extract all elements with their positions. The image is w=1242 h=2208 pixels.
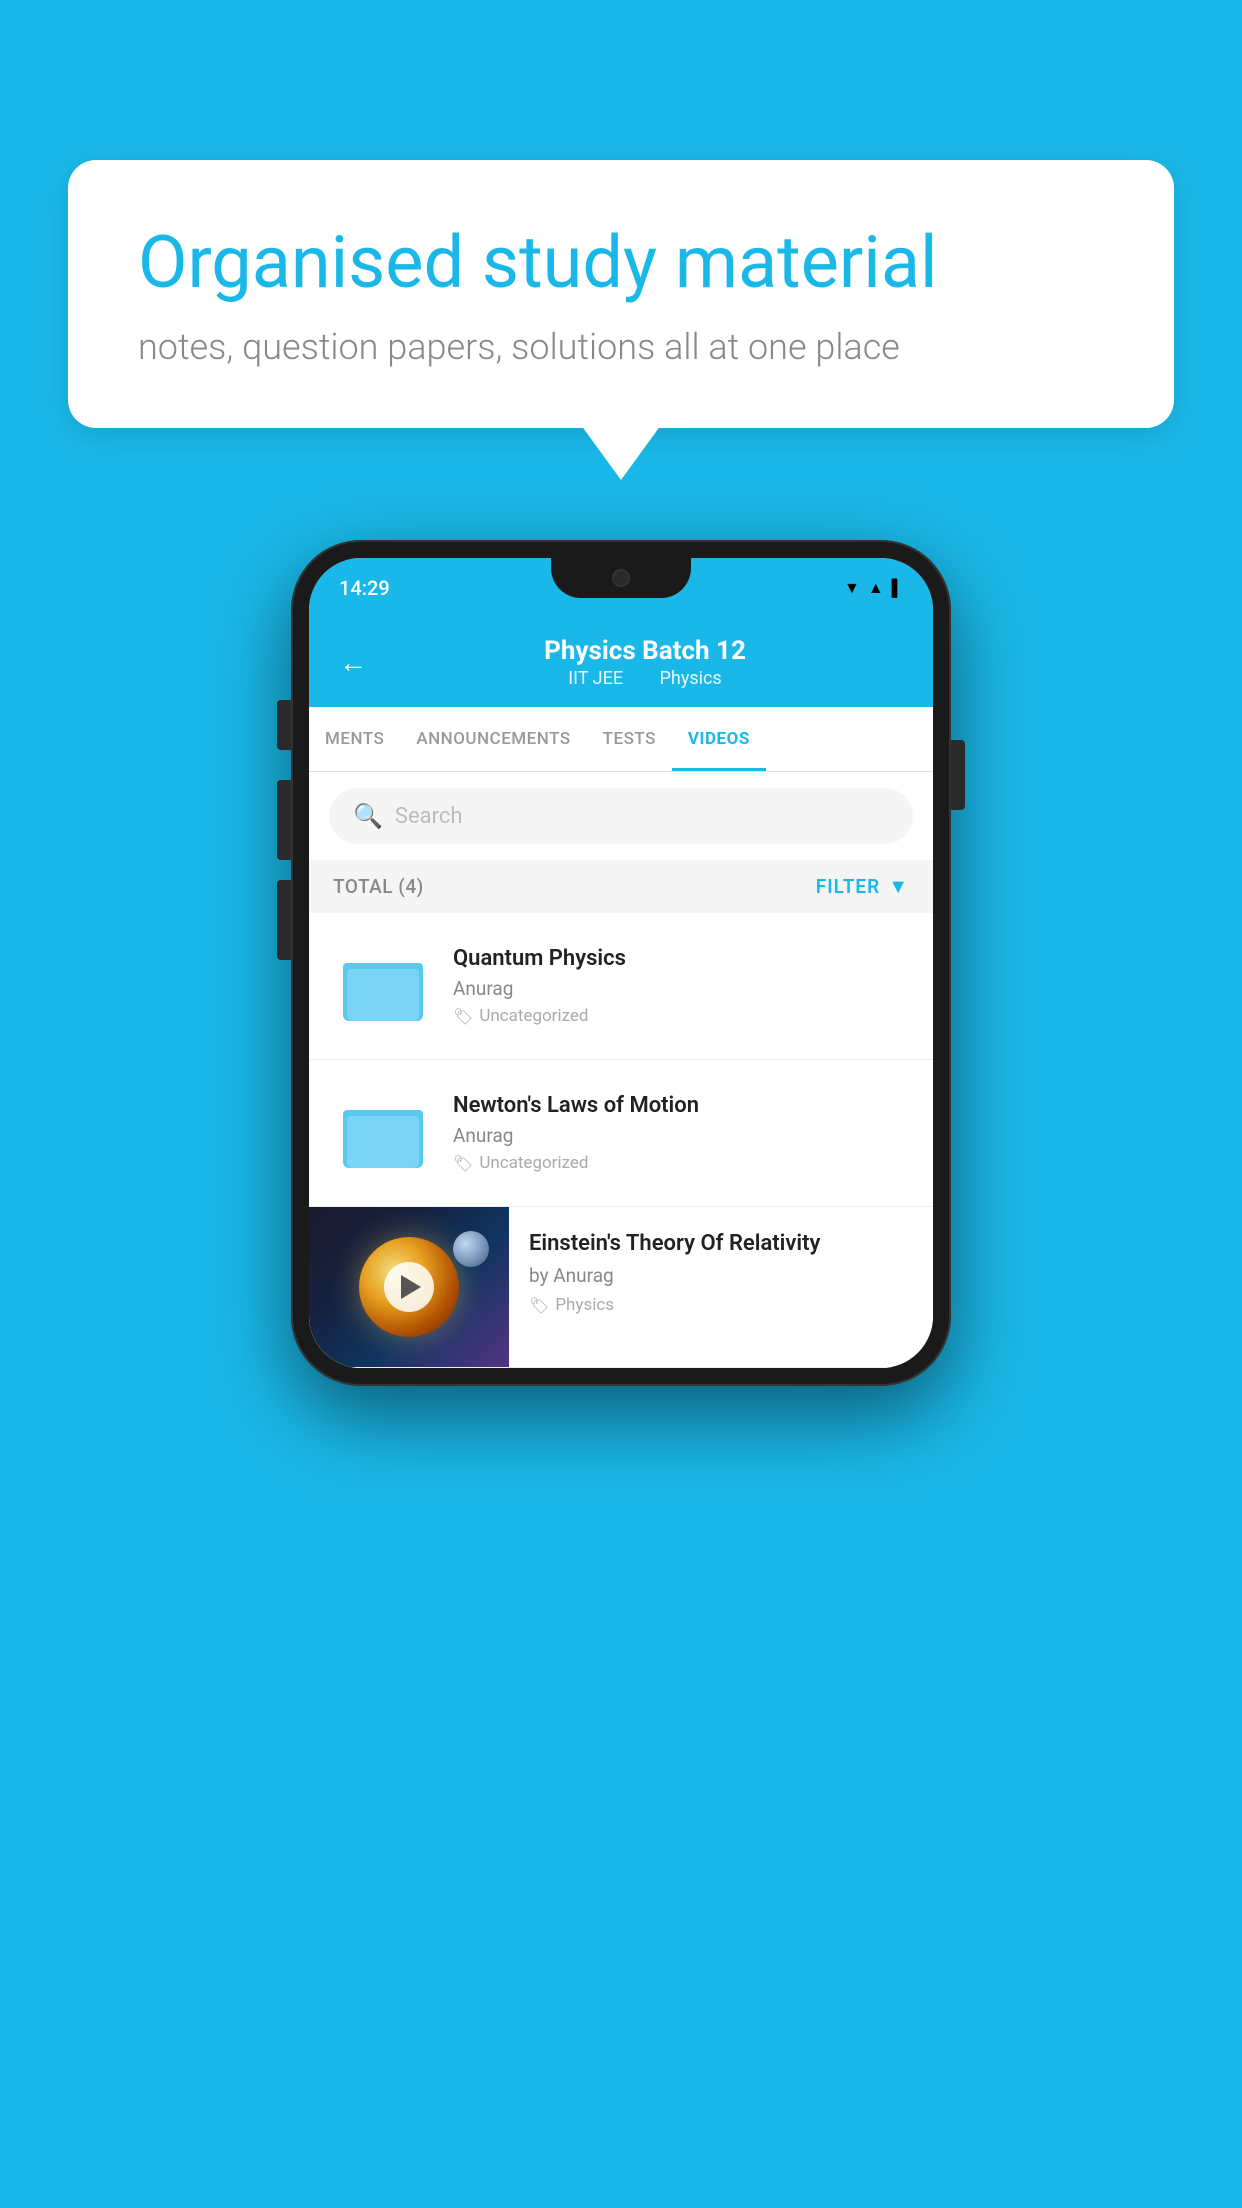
- phone-screen: 14:29 ▼ ▲ ▌ ← Physics Batch 12 IIT JEE: [309, 558, 933, 1368]
- video-info: Quantum Physics Anurag 🏷 Uncategorized: [453, 946, 909, 1026]
- filter-label: FILTER: [816, 875, 880, 898]
- speech-bubble-title: Organised study material: [138, 220, 1104, 306]
- camera: [612, 569, 630, 587]
- video-title: Newton's Laws of Motion: [453, 1093, 909, 1118]
- filter-funnel-icon: ▼: [888, 874, 909, 899]
- search-container: 🔍 Search: [309, 772, 933, 860]
- small-planet-graphic: [453, 1231, 489, 1267]
- play-triangle-icon: [401, 1275, 421, 1299]
- play-button[interactable]: [384, 1262, 434, 1312]
- back-button[interactable]: ←: [339, 646, 367, 679]
- volume-down-button: [277, 880, 291, 960]
- speech-bubble-wrapper: Organised study material notes, question…: [68, 160, 1174, 428]
- tag-icon: 🏷: [453, 1007, 473, 1026]
- phone-outer: 14:29 ▼ ▲ ▌ ← Physics Batch 12 IIT JEE: [291, 540, 951, 1386]
- header-subtitle: IIT JEE Physics: [387, 668, 903, 689]
- signal-icon: ▲: [868, 578, 884, 598]
- tabs-bar: MENTS ANNOUNCEMENTS TESTS VIDEOS: [309, 707, 933, 772]
- wifi-icon: ▼: [844, 578, 860, 598]
- folder-icon: [333, 941, 433, 1031]
- folder-icon: [333, 1088, 433, 1178]
- search-input[interactable]: Search: [395, 804, 463, 829]
- video-author: Anurag: [453, 977, 909, 1000]
- power-button: [951, 740, 965, 810]
- tag-label: Uncategorized: [479, 1006, 588, 1026]
- battery-icon: ▌: [892, 578, 903, 598]
- tab-ments[interactable]: MENTS: [309, 707, 400, 771]
- subtitle-iitjee: IIT JEE: [568, 668, 623, 689]
- total-count: TOTAL (4): [333, 875, 424, 898]
- speech-bubble: Organised study material notes, question…: [68, 160, 1174, 428]
- speech-bubble-subtitle: notes, question papers, solutions all at…: [138, 326, 1104, 368]
- tag-icon: 🏷: [453, 1154, 473, 1173]
- app-header: ← Physics Batch 12 IIT JEE Physics: [309, 618, 933, 707]
- video-author: Anurag: [453, 1124, 909, 1147]
- video-list: Quantum Physics Anurag 🏷 Uncategorized: [309, 913, 933, 1368]
- list-item[interactable]: Einstein's Theory Of Relativity by Anura…: [309, 1207, 933, 1368]
- mute-button: [277, 700, 291, 750]
- video-info: Einstein's Theory Of Relativity by Anura…: [509, 1207, 933, 1339]
- video-info: Newton's Laws of Motion Anurag 🏷 Uncateg…: [453, 1093, 909, 1173]
- video-author: by Anurag: [529, 1264, 913, 1287]
- tag-label: Uncategorized: [479, 1153, 588, 1173]
- video-title: Quantum Physics: [453, 946, 909, 971]
- search-bar[interactable]: 🔍 Search: [329, 788, 913, 844]
- phone-wrapper: 14:29 ▼ ▲ ▌ ← Physics Batch 12 IIT JEE: [291, 540, 951, 1386]
- header-title: Physics Batch 12: [387, 636, 903, 666]
- tab-announcements[interactable]: ANNOUNCEMENTS: [400, 707, 586, 771]
- notch: [551, 558, 691, 598]
- subtitle-physics: Physics: [660, 668, 722, 689]
- status-bar: 14:29 ▼ ▲ ▌: [309, 558, 933, 618]
- video-tag: 🏷 Uncategorized: [453, 1153, 909, 1173]
- status-icons: ▼ ▲ ▌: [844, 578, 903, 598]
- tab-videos[interactable]: VIDEOS: [672, 707, 766, 771]
- list-item[interactable]: Newton's Laws of Motion Anurag 🏷 Uncateg…: [309, 1060, 933, 1207]
- video-thumbnail: [309, 1207, 509, 1367]
- volume-up-button: [277, 780, 291, 860]
- tag-label: Physics: [555, 1295, 614, 1315]
- tab-tests[interactable]: TESTS: [587, 707, 672, 771]
- list-item[interactable]: Quantum Physics Anurag 🏷 Uncategorized: [309, 913, 933, 1060]
- status-time: 14:29: [339, 576, 390, 600]
- filter-bar: TOTAL (4) FILTER ▼: [309, 860, 933, 913]
- tag-icon: 🏷: [529, 1296, 549, 1315]
- video-tag: 🏷 Uncategorized: [453, 1006, 909, 1026]
- search-icon: 🔍: [353, 802, 383, 830]
- folder-svg: [343, 1098, 423, 1168]
- video-title: Einstein's Theory Of Relativity: [529, 1231, 913, 1256]
- header-title-block: Physics Batch 12 IIT JEE Physics: [387, 636, 903, 689]
- video-tag: 🏷 Physics: [529, 1295, 913, 1315]
- filter-button[interactable]: FILTER ▼: [816, 874, 909, 899]
- folder-svg: [343, 951, 423, 1021]
